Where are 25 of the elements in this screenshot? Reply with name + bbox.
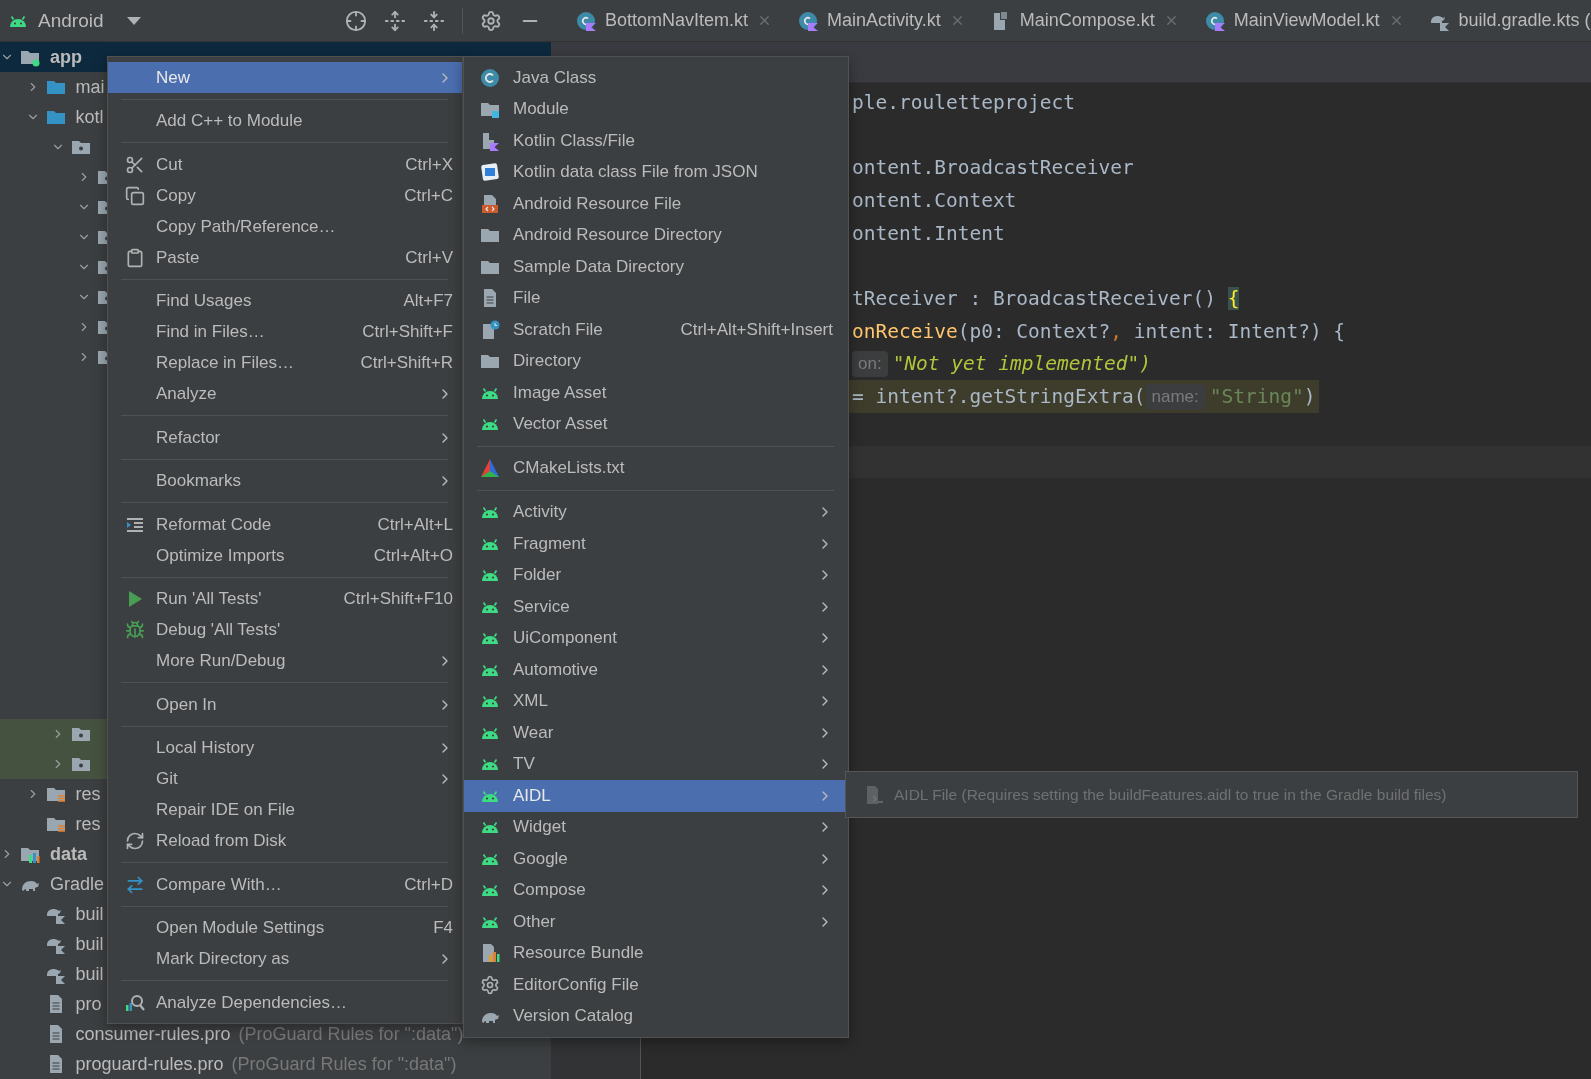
parameter-hint: on: bbox=[852, 350, 888, 377]
shortcut-label: Ctrl+Shift+F bbox=[362, 322, 453, 342]
shortcut-label: Ctrl+Alt+L bbox=[377, 514, 453, 535]
code-line: ontent.BroadcastReceiver bbox=[852, 156, 1134, 180]
shortcut-label: Ctrl+Alt+Shift+Insert bbox=[680, 319, 833, 340]
code-line: onReceive(p0: Context?, intent: Intent?) { bbox=[852, 319, 1346, 343]
shortcut-label: Ctrl+Alt+O bbox=[373, 545, 453, 566]
shortcut-label: Ctrl+X bbox=[405, 154, 453, 175]
code-line: ontent.Intent bbox=[852, 221, 1005, 245]
code-line: tReceiver : BroadcastReceiver() { bbox=[852, 286, 1240, 310]
shortcut-label: Ctrl+D bbox=[404, 874, 453, 895]
shortcut-label: Alt+F7 bbox=[403, 291, 453, 311]
parameter-hint: name: bbox=[1145, 383, 1205, 410]
tree-item-note: (ProGuard Rules for ":data") bbox=[231, 1053, 457, 1075]
code-text: = intent?.getStringExtra( bbox=[852, 385, 1146, 409]
code-text: "String") bbox=[1209, 385, 1316, 409]
code-line: ple.rouletteproject bbox=[852, 90, 1076, 114]
code-text: "Not yet implemented") bbox=[892, 352, 1151, 376]
code-line: ontent.Context bbox=[852, 188, 1017, 212]
shortcut-label: Ctrl+Shift+F10 bbox=[343, 589, 453, 609]
tree-item-note: (ProGuard Rules for ":data") bbox=[238, 1023, 464, 1045]
shortcut-label: F4 bbox=[433, 918, 453, 938]
shortcut-label: Ctrl+C bbox=[404, 185, 453, 206]
shortcut-label: Ctrl+Shift+R bbox=[360, 353, 453, 373]
shortcut-label: Ctrl+V bbox=[405, 247, 453, 268]
